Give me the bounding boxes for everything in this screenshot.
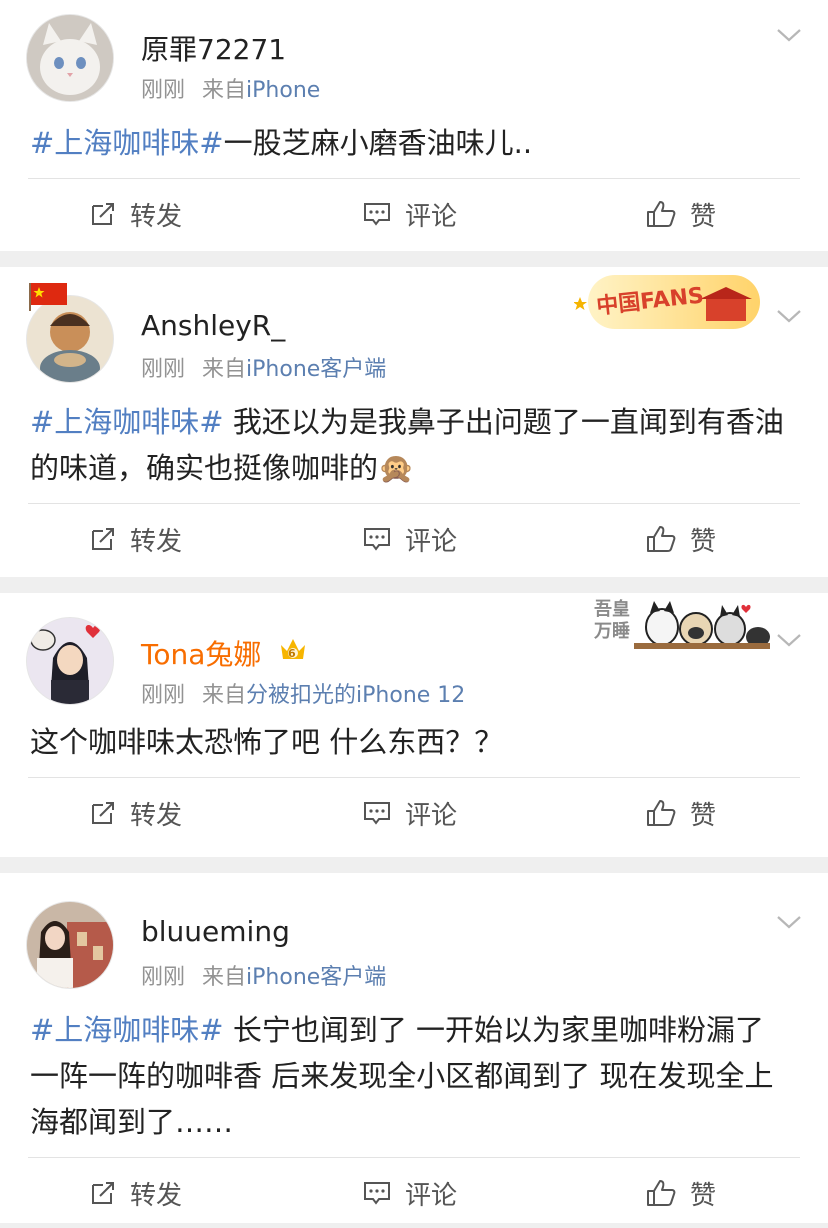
post-content: #上海咖啡味#一股芝麻小磨香油味儿.. — [0, 102, 828, 178]
topic-link[interactable]: #上海咖啡味# — [30, 1013, 224, 1047]
comment-button[interactable]: 评论 — [363, 179, 457, 249]
forward-button[interactable]: 转发 — [90, 1158, 182, 1228]
post-actions: 转发 评论 赞 — [28, 777, 800, 848]
comment-button[interactable]: 评论 — [363, 504, 457, 574]
chevron-down-icon[interactable] — [776, 26, 802, 44]
flag-icon — [29, 283, 67, 311]
post-actions: 转发 评论 赞 — [28, 1157, 800, 1228]
post-card[interactable]: 原罪72271 刚刚 来自iPhone #上海咖啡味#一股芝麻小磨香油味儿.. … — [0, 0, 828, 251]
comment-icon — [364, 528, 390, 551]
post-actions: 转发 评论 赞 — [28, 178, 800, 249]
like-button[interactable]: 赞 — [646, 1158, 716, 1228]
comment-label: 评论 — [405, 526, 458, 557]
separator — [0, 251, 828, 267]
post-header: 原罪72271 刚刚 来自iPhone — [0, 0, 828, 104]
source-link[interactable]: iPhone客户端 — [246, 357, 386, 382]
post-content: 这个咖啡味太恐怖了吧 什么东西？？ — [0, 705, 828, 777]
post-header: bluueming 刚刚 来自iPhone客户端 — [0, 873, 828, 993]
source-link[interactable]: 分被扣光的iPhone 12 — [246, 683, 465, 708]
thumbs-up-icon — [647, 526, 676, 552]
thumbs-up-icon — [647, 201, 676, 227]
share-icon — [92, 528, 114, 550]
separator — [0, 577, 828, 593]
forward-button[interactable]: 转发 — [90, 179, 182, 249]
like-button[interactable]: 赞 — [646, 179, 716, 249]
post-header: AnshleyR_ 刚刚 来自iPhone客户端 中国FANS — [0, 267, 828, 383]
post-time: 刚刚 — [141, 683, 186, 708]
comment-button[interactable]: 评论 — [363, 778, 457, 848]
post-meta: 刚刚 来自iPhone客户端 — [141, 351, 386, 383]
post-card[interactable]: Tona兔娜 6 刚刚 来自分被扣光的iPhone 12 吾皇万睡 这个咖啡味太… — [0, 593, 828, 857]
comment-icon — [364, 802, 390, 825]
avatar[interactable] — [26, 617, 114, 705]
forward-button[interactable]: 转发 — [90, 778, 182, 848]
weibo-feed: 原罪72271 刚刚 来自iPhone #上海咖啡味#一股芝麻小磨香油味儿.. … — [0, 0, 828, 1223]
share-icon — [92, 802, 114, 824]
post-card[interactable]: bluueming 刚刚 来自iPhone客户端 #上海咖啡味# 长宁也闻到了 … — [0, 873, 828, 1223]
separator — [0, 857, 828, 873]
avatar[interactable] — [26, 901, 114, 989]
post-text: 一股芝麻小磨香油味儿.. — [223, 126, 533, 160]
post-content: #上海咖啡味# 我还以为是我鼻子出问题了一直闻到有香油的味道，确实也挺像咖啡的🙊 — [0, 377, 828, 503]
topic-link[interactable]: #上海咖啡味# — [30, 126, 224, 160]
post-card[interactable]: AnshleyR_ 刚刚 来自iPhone客户端 中国FANS #上海咖啡味# … — [0, 267, 828, 577]
post-text: 这个咖啡味太恐怖了吧 什么东西？？ — [30, 725, 504, 759]
like-button[interactable]: 赞 — [646, 504, 716, 574]
like-label: 赞 — [690, 800, 717, 831]
like-label: 赞 — [690, 201, 717, 232]
forward-label: 转发 — [130, 800, 183, 831]
post-meta: 刚刚 来自分被扣光的iPhone 12 — [141, 677, 465, 709]
post-meta: 刚刚 来自iPhone — [141, 72, 320, 104]
post-meta: 刚刚 来自iPhone客户端 — [141, 959, 386, 991]
comment-label: 评论 — [405, 1180, 458, 1211]
badge-text: 吾皇万睡 — [594, 599, 630, 642]
post-time: 刚刚 — [141, 78, 186, 103]
post-content: #上海咖啡味# 长宁也闻到了 一开始以为家里咖啡粉漏了 一阵一阵的咖啡香 后来发… — [0, 993, 828, 1157]
comment-button[interactable]: 评论 — [363, 1158, 457, 1228]
chevron-down-icon[interactable] — [776, 631, 802, 649]
vip-level: 6 — [288, 647, 296, 660]
comment-label: 评论 — [405, 201, 458, 232]
from-label: 来自 — [202, 357, 247, 382]
source-link[interactable]: iPhone客户端 — [246, 965, 386, 990]
avatar[interactable] — [26, 14, 114, 102]
comment-icon — [364, 203, 390, 226]
username[interactable]: bluueming — [141, 915, 290, 948]
forward-button[interactable]: 转发 — [90, 504, 182, 574]
topic-link[interactable]: #上海咖啡味# — [30, 405, 224, 439]
post-actions: 转发 评论 赞 — [28, 503, 800, 574]
source-link[interactable]: iPhone — [246, 78, 320, 103]
chevron-down-icon[interactable] — [776, 307, 802, 325]
forward-label: 转发 — [130, 201, 183, 232]
forward-label: 转发 — [130, 1180, 183, 1211]
post-header: Tona兔娜 6 刚刚 来自分被扣光的iPhone 12 吾皇万睡 — [0, 593, 828, 708]
chevron-down-icon[interactable] — [776, 913, 802, 931]
username[interactable]: Tona兔娜 — [141, 633, 261, 673]
comment-label: 评论 — [405, 800, 458, 831]
from-label: 来自 — [202, 78, 247, 103]
fans-badge[interactable]: 吾皇万睡 — [594, 599, 774, 657]
from-label: 来自 — [202, 965, 247, 990]
username[interactable]: AnshleyR_ — [141, 309, 285, 342]
comment-icon — [364, 1182, 390, 1205]
post-time: 刚刚 — [141, 357, 186, 382]
like-label: 赞 — [690, 1180, 717, 1211]
thumbs-up-icon — [647, 1180, 676, 1206]
like-button[interactable]: 赞 — [646, 778, 716, 848]
username[interactable]: 原罪72271 — [141, 28, 286, 68]
share-icon — [92, 203, 114, 225]
forward-label: 转发 — [130, 526, 183, 557]
thumbs-up-icon — [647, 800, 676, 826]
post-time: 刚刚 — [141, 965, 186, 990]
like-label: 赞 — [690, 526, 717, 557]
from-label: 来自 — [202, 683, 247, 708]
fans-badge[interactable]: 中国FANS — [573, 269, 764, 333]
share-icon — [92, 1182, 114, 1204]
